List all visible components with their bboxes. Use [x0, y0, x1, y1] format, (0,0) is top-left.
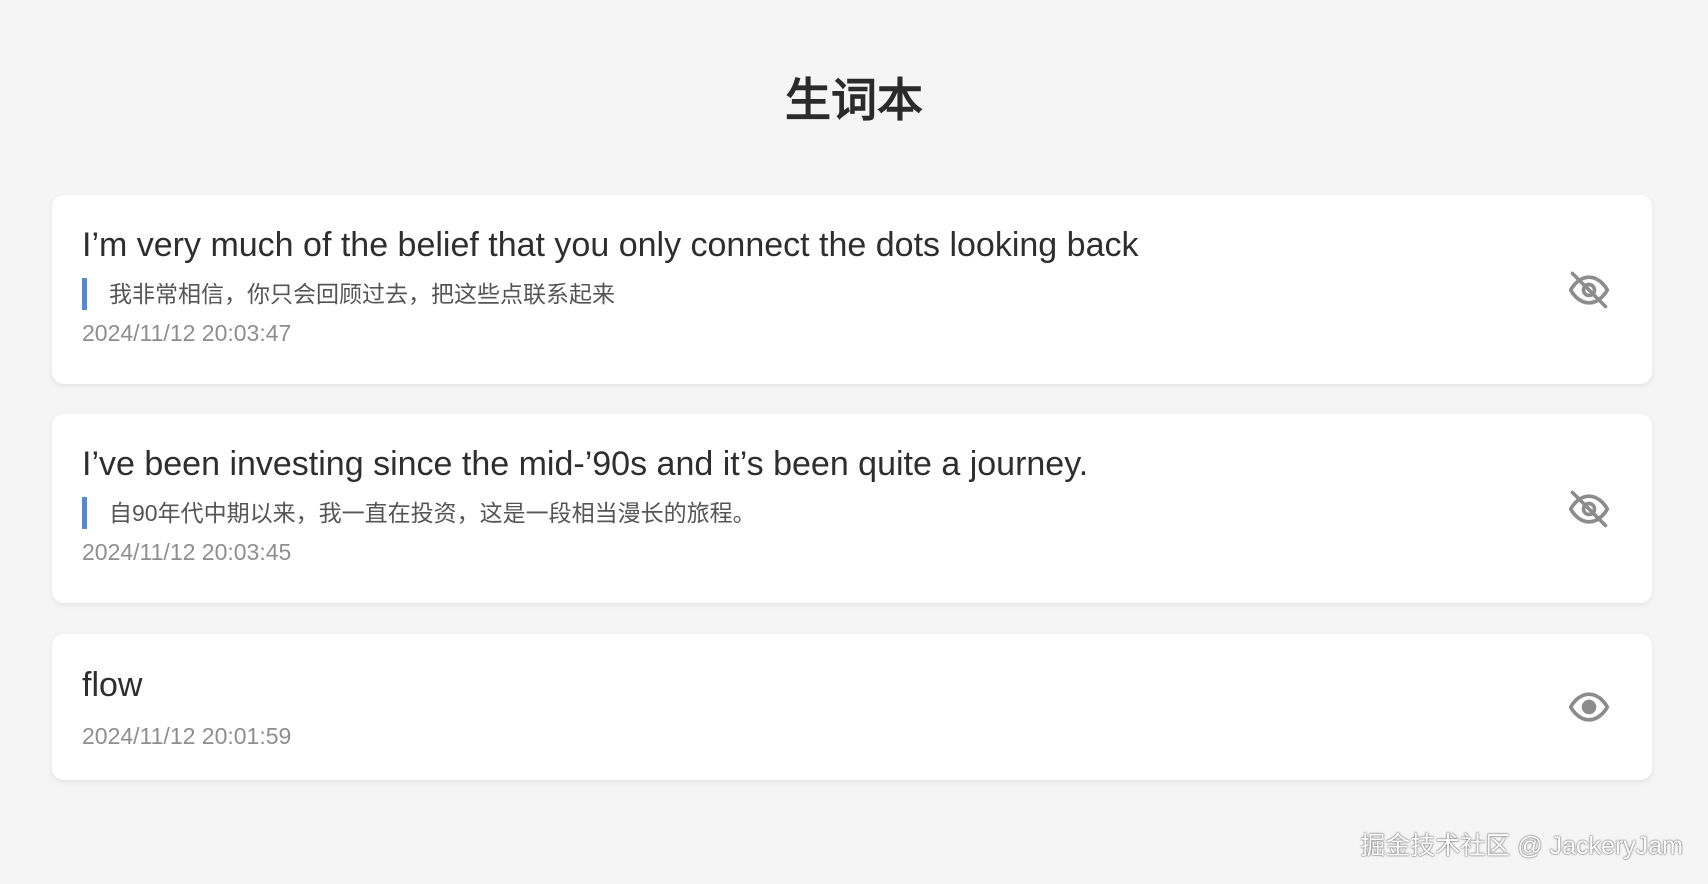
toggle-translation-button[interactable] — [1566, 267, 1612, 313]
eye-off-icon — [1567, 268, 1611, 312]
vocab-card: I’m very much of the belief that you onl… — [52, 195, 1652, 384]
vocab-card: flow 2024/11/12 20:01:59 — [52, 634, 1652, 780]
entry-translation: 自90年代中期以来，我一直在投资，这是一段相当漫长的旅程。 — [82, 497, 1622, 529]
entry-translation: 我非常相信，你只会回顾过去，把这些点联系起来 — [82, 278, 1622, 310]
entry-text: flow — [82, 666, 143, 704]
entry-text: I’ve been investing since the mid-’90s a… — [82, 445, 1089, 483]
toggle-translation-button[interactable] — [1566, 684, 1612, 730]
watermark: 掘金技术社区 @ JackeryJam — [1360, 832, 1683, 860]
vocab-card: I’ve been investing since the mid-’90s a… — [52, 414, 1652, 603]
eye-icon — [1567, 685, 1611, 729]
entry-timestamp: 2024/11/12 20:03:47 — [82, 320, 292, 346]
eye-off-icon — [1567, 487, 1611, 531]
entry-timestamp: 2024/11/12 20:01:59 — [82, 723, 292, 749]
page-title: 生词本 — [785, 74, 923, 126]
toggle-translation-button[interactable] — [1566, 486, 1612, 532]
entry-timestamp: 2024/11/12 20:03:45 — [82, 539, 292, 565]
entry-text: I’m very much of the belief that you onl… — [82, 226, 1139, 264]
